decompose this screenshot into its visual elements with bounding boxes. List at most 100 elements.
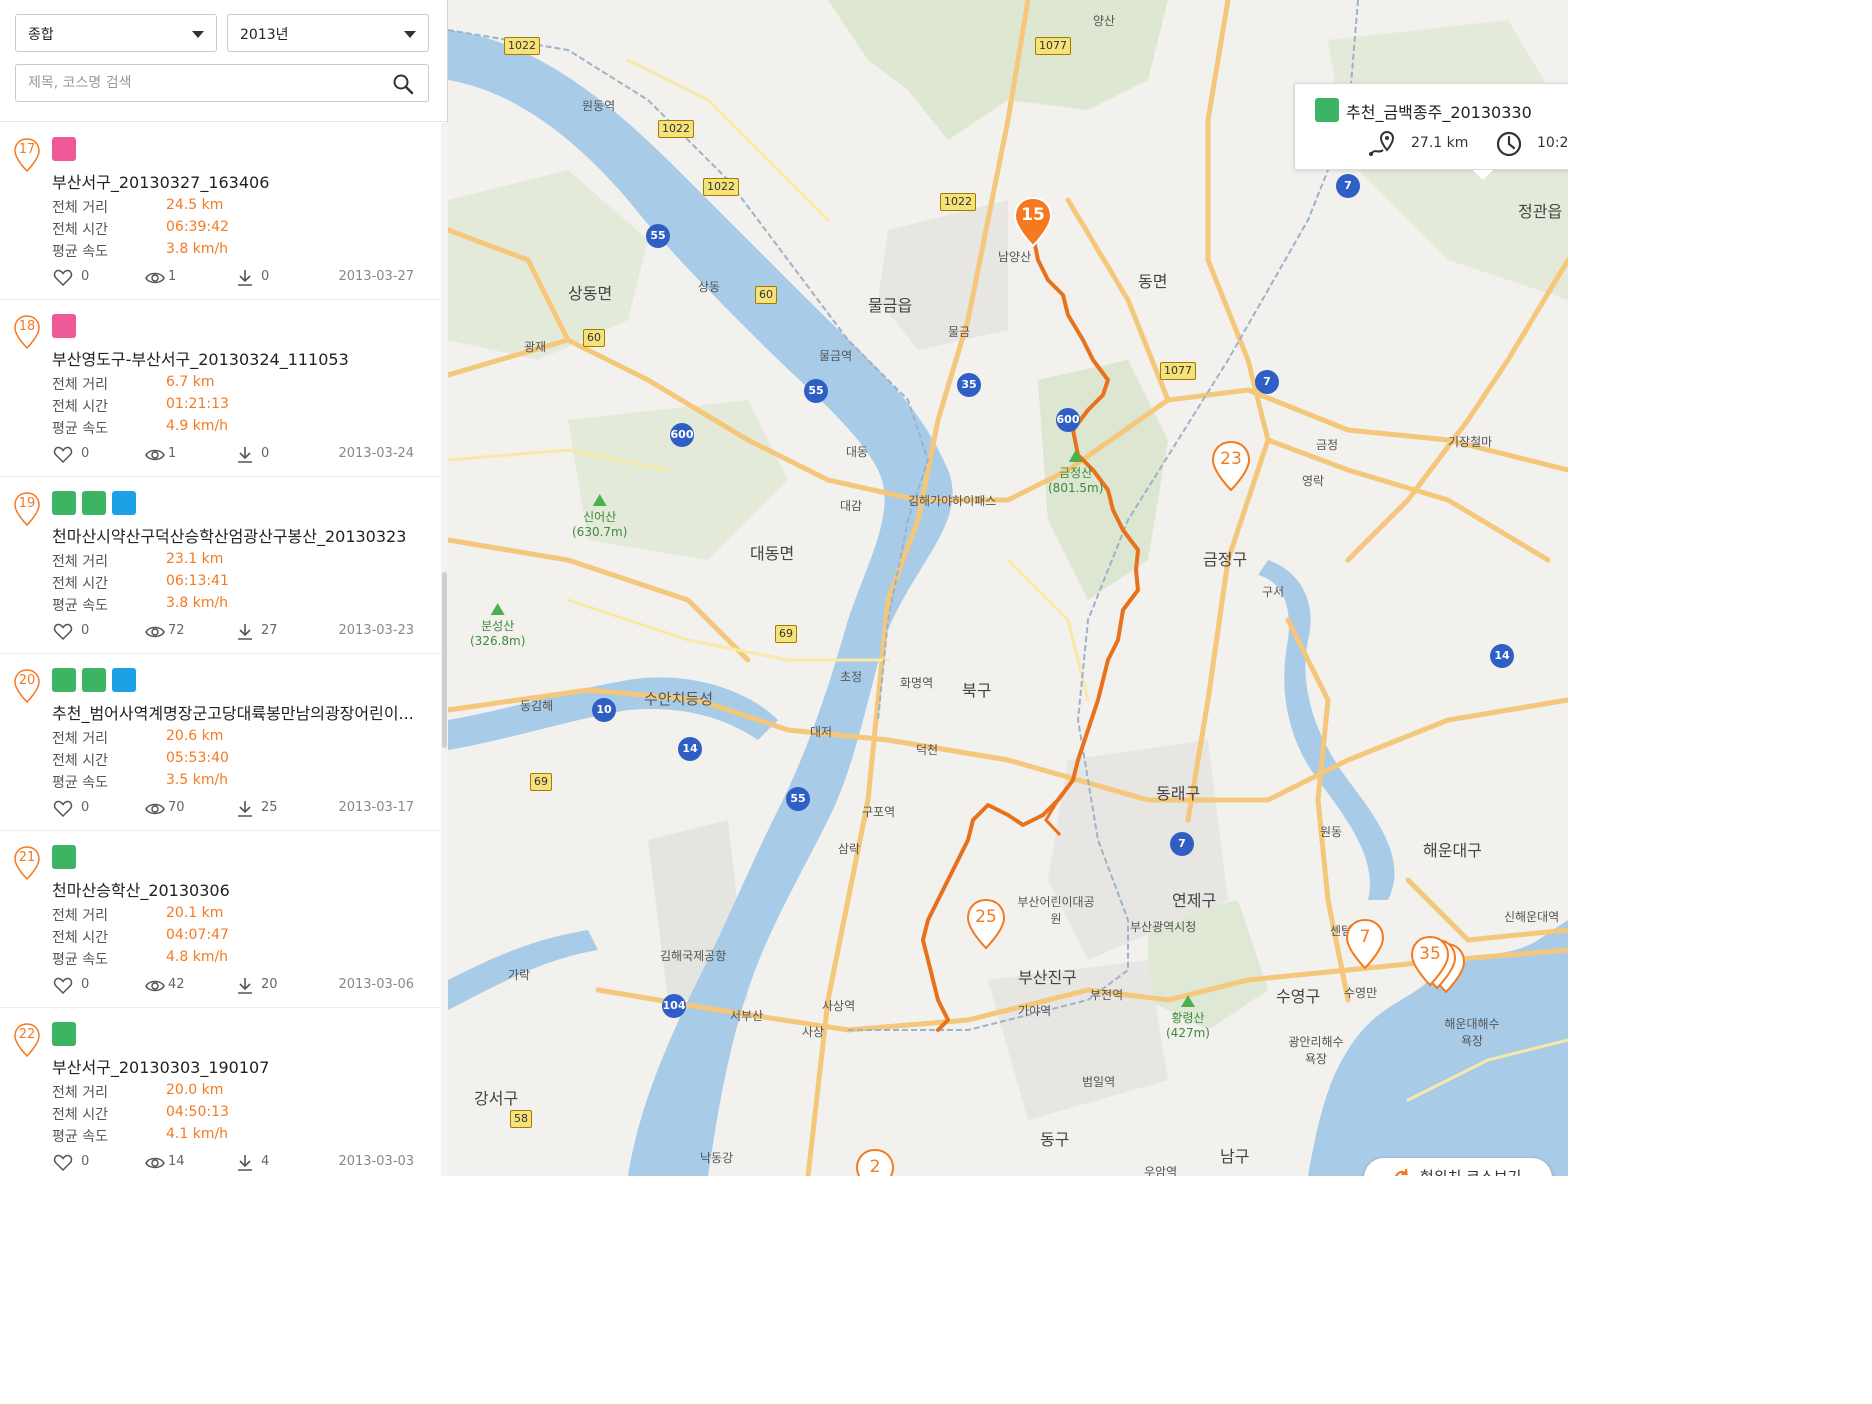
popup-title: 추천_금백종주_20130330 — [1346, 103, 1532, 122]
item-title[interactable]: 추천_범어사역계명장군고당대륙봉만남의광장어린이... — [52, 700, 427, 724]
mountain-label: 분성산 (326.8m) — [470, 603, 525, 648]
pin-number: 35 — [1419, 944, 1441, 964]
place-label: 사상역 — [822, 999, 856, 1013]
course-list-item[interactable]: 21 천마산승학산_20130306 전체 거리 20.1 km 전체 시간 0… — [0, 831, 441, 1008]
mountain-label: 신어산 (630.7m) — [572, 494, 627, 539]
search-input[interactable] — [28, 73, 388, 93]
route-shield: 104 — [662, 994, 686, 1018]
item-title[interactable]: 부산서구_20130303_190107 — [52, 1054, 427, 1078]
place-label: 화명역 — [900, 676, 934, 690]
place-label: 물금역 — [819, 349, 853, 363]
item-number: 22 — [18, 1027, 36, 1042]
map-pin[interactable]: 7 — [1345, 918, 1385, 970]
distance-label: 전체 거리 — [52, 908, 108, 924]
item-date: 2013-03-17 — [338, 800, 414, 815]
mountain-icon — [592, 494, 607, 506]
highway-number: 1022 — [940, 193, 976, 211]
chevron-down-icon — [404, 31, 416, 38]
download-icon[interactable] — [235, 1154, 255, 1172]
like-count: 0 — [81, 800, 90, 815]
map-pin[interactable]: 25 — [966, 898, 1006, 950]
place-label: 대감 — [840, 499, 863, 513]
mountain-height: (427m) — [1166, 1026, 1210, 1040]
download-icon[interactable] — [235, 623, 255, 641]
filter-bar: 종합 2013년 — [0, 0, 447, 122]
item-title[interactable]: 부산영도구-부산서구_20130324_111053 — [52, 346, 427, 370]
route-shield: 14 — [678, 737, 702, 761]
pin-number: 23 — [1220, 449, 1242, 469]
map-pin[interactable]: 2 — [855, 1148, 895, 1176]
download-icon[interactable] — [235, 800, 255, 818]
route-shield: 600 — [1056, 408, 1080, 432]
activity-icons — [52, 668, 136, 692]
walking-icon — [52, 314, 76, 338]
year-select[interactable]: 2013년 — [227, 14, 429, 52]
heart-icon[interactable] — [53, 446, 73, 464]
course-list-item[interactable]: 17 부산서구_20130327_163406 전체 거리 24.5 km 전체… — [0, 123, 441, 300]
highway-number: 1022 — [658, 120, 694, 138]
place-label: 범일역 — [1082, 1075, 1116, 1089]
activity-icons — [52, 491, 136, 515]
item-date: 2013-03-06 — [338, 977, 414, 992]
eye-icon — [145, 449, 165, 461]
map[interactable]: 상동면 물금읍 동면 대동면 북구 금정구 동래구 연제구 해운대구 부산진구 … — [448, 0, 1568, 1176]
view-count: 1 — [168, 269, 177, 284]
heart-icon[interactable] — [53, 800, 73, 818]
district-label: 수영구 — [1276, 987, 1321, 1006]
map-pin[interactable]: 35 — [1410, 935, 1450, 987]
search-icon[interactable] — [392, 73, 414, 95]
item-number-pin: 19 — [14, 492, 40, 527]
distance-value: 20.6 km — [166, 728, 224, 744]
place-label: 구포역 — [862, 805, 896, 819]
district-label: 부산진구 — [1018, 968, 1077, 987]
view-count: 72 — [168, 623, 185, 638]
place-label: 덕천 — [916, 743, 939, 757]
heart-icon[interactable] — [53, 623, 73, 641]
hiking-icon — [52, 845, 76, 869]
heart-icon[interactable] — [53, 1154, 73, 1172]
place-label: 대저 — [810, 725, 833, 739]
item-title[interactable]: 천마산시약산구덕산승학산엄광산구봉산_20130323 — [52, 523, 427, 547]
pin-number: 15 — [1021, 205, 1045, 225]
scrollbar-thumb[interactable] — [442, 572, 447, 748]
map-pin-selected[interactable]: 15 — [1013, 196, 1053, 248]
activity-icons — [52, 845, 76, 869]
category-select[interactable]: 종합 — [15, 14, 217, 52]
heart-icon[interactable] — [53, 269, 73, 287]
download-icon[interactable] — [235, 446, 255, 464]
pin-number[interactable]: 25 — [966, 907, 1006, 927]
course-list-item[interactable]: 20 추천_범어사역계명장군고당대륙봉만남의광장어린이... 전체 거리 20.… — [0, 654, 441, 831]
place-label: 가야역 — [1018, 1004, 1052, 1018]
download-count: 25 — [261, 800, 278, 815]
place-label: 가락 — [508, 968, 531, 982]
time-label: 전체 시간 — [52, 1107, 108, 1123]
view-count: 1 — [168, 446, 177, 461]
eye-icon — [145, 803, 165, 815]
course-list-item[interactable]: 19 천마산시약산구덕산승학산엄광산구봉산_20130323 전체 거리 23.… — [0, 477, 441, 654]
category-select-value: 종합 — [28, 27, 54, 43]
download-icon[interactable] — [235, 977, 255, 995]
nearby-courses-button[interactable]: 현위치 코스보기 — [1364, 1158, 1552, 1176]
mountain-label: 황령산 (427m) — [1166, 995, 1210, 1040]
highway-number: 60 — [583, 329, 605, 347]
heart-icon[interactable] — [53, 977, 73, 995]
popup-distance: 27.1 km — [1411, 135, 1469, 151]
item-number: 20 — [18, 673, 36, 688]
item-title[interactable]: 부산서구_20130327_163406 — [52, 169, 427, 193]
eye-icon — [145, 980, 165, 992]
download-icon[interactable] — [235, 269, 255, 287]
map-pin[interactable]: 23 — [1211, 440, 1251, 492]
mountain-name: 황령산 — [1171, 1011, 1205, 1025]
item-number: 19 — [18, 496, 36, 511]
item-title[interactable]: 천마산승학산_20130306 — [52, 877, 427, 901]
highway-number: 60 — [755, 286, 777, 304]
course-list-item[interactable]: 22 부산서구_20130303_190107 전체 거리 20.0 km 전체… — [0, 1008, 441, 1176]
route-shield: 10 — [592, 698, 616, 722]
item-number-pin: 17 — [14, 138, 40, 173]
view-count: 70 — [168, 800, 185, 815]
course-popup[interactable]: 추천_금백종주_20130330 27.1 km 10:27:56 — [1294, 83, 1568, 180]
place-label: 서부산 — [730, 1009, 764, 1023]
popup-pointer — [1473, 170, 1493, 180]
district-label: 남구 — [1220, 1147, 1250, 1166]
course-list-item[interactable]: 18 부산영도구-부산서구_20130324_111053 전체 거리 6.7 … — [0, 300, 441, 477]
